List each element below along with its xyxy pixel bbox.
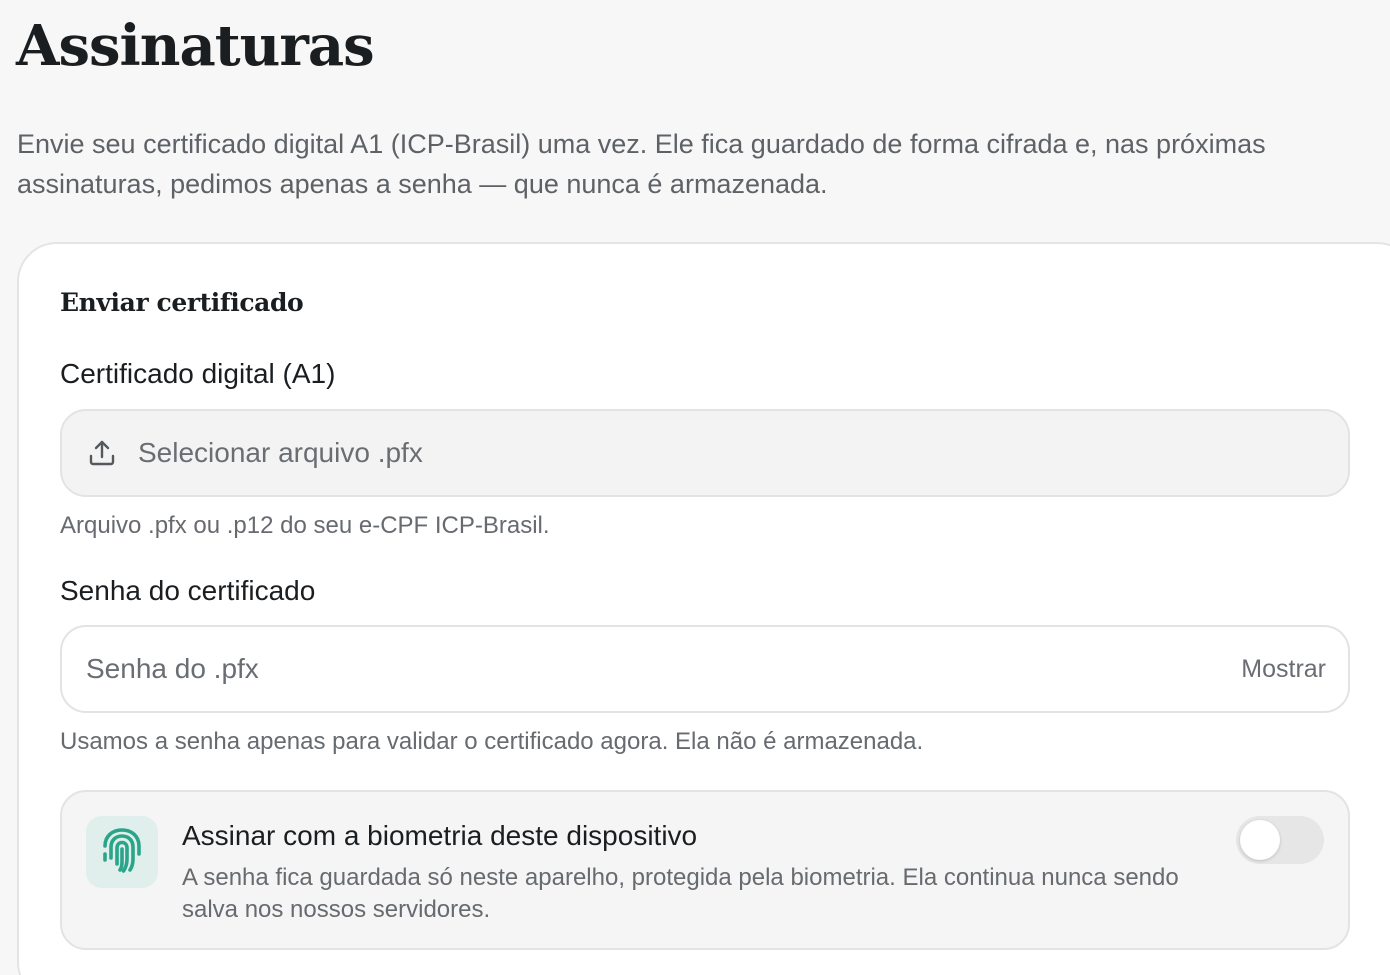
page-description: Envie seu certificado digital A1 (ICP-Br… — [17, 129, 1266, 199]
toggle-knob — [1240, 820, 1280, 860]
upload-certificate-card: Enviar certificado Certificado digital (… — [17, 242, 1390, 975]
fingerprint-icon — [96, 824, 148, 881]
file-picker-text: Selecionar arquivo .pfx — [138, 437, 423, 468]
upload-icon — [86, 437, 118, 469]
biometric-description: A senha fica guardada só neste aparelho,… — [182, 864, 1179, 923]
biometric-toggle[interactable] — [1236, 816, 1324, 864]
password-input[interactable] — [86, 627, 1186, 711]
show-password-button[interactable]: Mostrar — [1241, 655, 1326, 684]
password-hint: Usamos a senha apenas para validar o cer… — [60, 728, 924, 755]
file-picker-button[interactable]: Selecionar arquivo .pfx — [60, 409, 1350, 497]
biometric-option: Assinar com a biometria deste dispositiv… — [60, 790, 1350, 950]
biometric-title: Assinar com a biometria deste dispositiv… — [182, 820, 698, 851]
fingerprint-icon-container — [86, 816, 158, 888]
certificate-label: Certificado digital (A1) — [60, 358, 336, 389]
card-title: Enviar certificado — [60, 288, 304, 317]
password-field: Mostrar — [60, 625, 1350, 713]
certificate-hint: Arquivo .pfx ou .p12 do seu e-CPF ICP-Br… — [60, 512, 550, 539]
page-title: Assinaturas — [16, 13, 375, 79]
password-label: Senha do certificado — [60, 575, 316, 606]
